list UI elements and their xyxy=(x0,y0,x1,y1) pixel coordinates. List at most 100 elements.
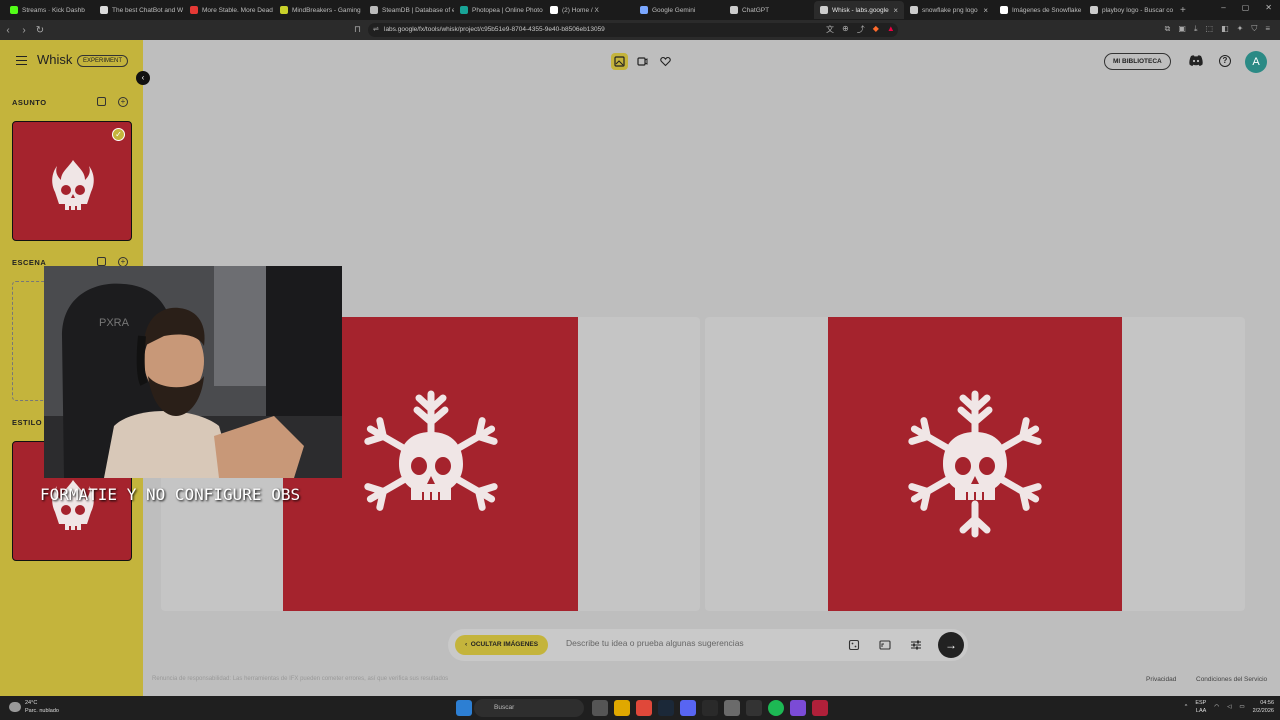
maximize-button[interactable]: ▢ xyxy=(1242,3,1250,12)
volume-icon[interactable]: ◁ xyxy=(1227,704,1231,710)
app-logo: Whisk xyxy=(37,52,73,67)
collapse-sidebar-button[interactable]: ‹ xyxy=(136,71,150,85)
obs-icon[interactable] xyxy=(746,700,762,716)
share-icon[interactable]: ⤴ xyxy=(857,24,865,35)
browser-tab[interactable]: SteamDB | Database of e xyxy=(364,1,454,19)
weather-icon[interactable] xyxy=(9,702,21,712)
tab-favicon-icon xyxy=(640,6,648,14)
tab-favicon-icon xyxy=(280,6,288,14)
discord-icon[interactable] xyxy=(1189,55,1203,66)
generate-button[interactable]: → xyxy=(938,632,964,658)
discord-app-icon[interactable] xyxy=(680,700,696,716)
avatar[interactable]: A xyxy=(1245,51,1267,73)
tab-favicon-icon xyxy=(10,6,18,14)
tab-label: (2) Home / X xyxy=(562,6,599,14)
favorites-icon[interactable] xyxy=(657,53,674,70)
snowflake-skull-icon xyxy=(363,390,498,511)
terms-link[interactable]: Condiciones del Servicio xyxy=(1196,676,1267,683)
svg-text:PXRA: PXRA xyxy=(99,317,130,329)
url-field[interactable]: ⇌ labs.google/fx/tools/whisk/project/c95… xyxy=(368,23,898,37)
browser-tab[interactable]: snowflake png logo × xyxy=(904,1,994,19)
brave-icon[interactable] xyxy=(636,700,652,716)
tab-favicon-icon xyxy=(910,6,918,14)
prompt-input[interactable] xyxy=(566,638,826,648)
browser-tab[interactable]: (2) Home / X xyxy=(544,1,634,19)
browser-tab[interactable]: Whisk - labs.google × xyxy=(814,1,904,19)
settings-sliders-icon[interactable] xyxy=(910,639,922,651)
file-explorer-icon[interactable] xyxy=(614,700,630,716)
weather-widget[interactable]: 24°C Parc. nublado xyxy=(25,699,59,715)
spotify-icon[interactable] xyxy=(768,700,784,716)
screenshot-icon[interactable]: ⬚ xyxy=(1206,24,1214,34)
steam-icon[interactable] xyxy=(658,700,674,716)
minimize-button[interactable]: – xyxy=(1221,3,1225,12)
tab-label: playboy logo - Buscar co xyxy=(1102,6,1174,14)
result-image-2[interactable] xyxy=(828,317,1122,611)
webcam-overlay: PXRA xyxy=(44,266,342,478)
leo-icon[interactable]: ✦ xyxy=(1237,24,1244,34)
browser-tab[interactable]: The best ChatBot and W xyxy=(94,1,184,19)
app-icon[interactable] xyxy=(790,700,806,716)
start-icon[interactable] xyxy=(456,700,472,716)
window-controls: – ▢ ✕ xyxy=(1221,3,1272,12)
help-icon[interactable]: ? xyxy=(1219,55,1231,67)
notepad-icon[interactable] xyxy=(724,700,740,716)
wifi-icon[interactable]: ◠ xyxy=(1214,704,1219,710)
add-subject-icon[interactable]: + xyxy=(118,97,128,107)
language-sub: LAA xyxy=(1195,708,1207,714)
check-icon[interactable]: ✓ xyxy=(112,128,125,141)
app-icon[interactable] xyxy=(812,700,828,716)
tab-label: SteamDB | Database of e xyxy=(382,6,454,14)
forward-icon[interactable]: › xyxy=(16,25,32,36)
brave-rewards-icon[interactable]: ▲ xyxy=(887,24,895,35)
brave-shield-icon[interactable]: ◆ xyxy=(873,24,879,35)
tab-label: Imágenes de Snowflake xyxy=(1012,6,1082,14)
close-tab-icon[interactable]: × xyxy=(983,6,988,15)
sidebar-icon[interactable]: ◧ xyxy=(1221,24,1229,34)
menu-icon[interactable]: ≡ xyxy=(1265,24,1270,34)
tab-favicon-icon xyxy=(370,6,378,14)
browser-tab[interactable]: MindBreakers - Gaming xyxy=(274,1,364,19)
browser-tab[interactable]: Photopea | Online Photo xyxy=(454,1,544,19)
privacy-link[interactable]: Privacidad xyxy=(1146,676,1176,683)
hide-images-label: OCULTAR IMÁGENES xyxy=(470,641,539,648)
back-icon[interactable]: ‹ xyxy=(0,25,16,36)
extensions-icon[interactable]: ⧉ xyxy=(1165,24,1171,34)
browser-tab[interactable]: More Stable. More Dead xyxy=(184,1,274,19)
video-mode-icon[interactable] xyxy=(634,53,651,70)
wallet-icon[interactable]: ▣ xyxy=(1178,24,1186,34)
battery-icon[interactable]: ▭ xyxy=(1239,704,1244,710)
hide-images-button[interactable]: ‹ OCULTAR IMÁGENES xyxy=(455,635,549,655)
dice-icon[interactable] xyxy=(848,639,860,651)
dice-icon[interactable] xyxy=(97,97,106,106)
site-info-icon[interactable]: ⇌ xyxy=(373,23,379,37)
download-icon[interactable]: ⤓ xyxy=(1194,24,1198,34)
browser-tab[interactable]: Imágenes de Snowflake xyxy=(994,1,1084,19)
close-tab-icon[interactable]: × xyxy=(893,6,898,15)
browser-tab[interactable]: Google Gemini xyxy=(634,1,724,19)
my-library-button[interactable]: MI BIBLIOTECA xyxy=(1104,53,1171,70)
dice-icon[interactable] xyxy=(97,257,106,266)
close-window-button[interactable]: ✕ xyxy=(1265,3,1272,12)
subject-image-card[interactable]: ✓ xyxy=(12,121,132,241)
clock[interactable]: 04:56 2/2/2026 xyxy=(1253,699,1274,715)
vpn-icon[interactable]: ⛉ xyxy=(1251,24,1257,34)
aspect-ratio-icon[interactable] xyxy=(879,639,891,651)
bookmark-icon[interactable]: ⊓ xyxy=(354,24,361,35)
translate-icon[interactable]: 文 xyxy=(826,24,834,35)
tray-chevron-icon[interactable]: ^ xyxy=(1185,704,1188,710)
tab-label: More Stable. More Dead xyxy=(202,6,273,14)
clock-date: 2/2/2026 xyxy=(1252,708,1274,714)
hamburger-menu-icon[interactable] xyxy=(16,56,27,65)
zoom-icon[interactable]: ⊕ xyxy=(842,24,849,35)
taskbar-search[interactable]: Buscar xyxy=(474,699,584,717)
browser-tab[interactable]: Streams · Kick Dashb xyxy=(4,1,94,19)
task-view-icon[interactable] xyxy=(592,700,608,716)
language-indicator[interactable]: ESP LAA xyxy=(1195,699,1206,715)
browser-tab[interactable]: ChatGPT xyxy=(724,1,814,19)
image-mode-icon[interactable] xyxy=(611,53,628,70)
xbox-icon[interactable] xyxy=(702,700,718,716)
reload-icon[interactable]: ↻ xyxy=(32,25,48,36)
new-tab-button[interactable]: + xyxy=(1180,5,1186,16)
browser-tab[interactable]: playboy logo - Buscar co xyxy=(1084,1,1174,19)
